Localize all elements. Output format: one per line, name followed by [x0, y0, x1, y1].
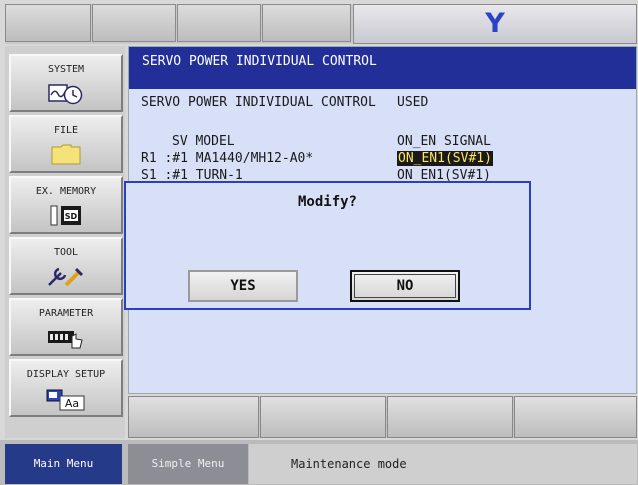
setting-value[interactable]: USED	[397, 95, 428, 110]
yes-button[interactable]: YES	[188, 270, 298, 302]
menu-system-button[interactable]: SYSTEM	[9, 54, 123, 112]
main-menu-button[interactable]: Main Menu	[5, 444, 122, 484]
status-cell-1	[5, 4, 91, 42]
function-key-2[interactable]	[260, 396, 386, 438]
menu-ex-memory-button[interactable]: EX. MEMORY SD	[9, 176, 123, 234]
modify-dialog: Modify? YES NO	[124, 181, 531, 310]
dialog-message: Modify?	[297, 194, 357, 210]
menu-parameter-button[interactable]: PARAMETER	[9, 298, 123, 356]
header-on-en-signal: ON_EN SIGNAL	[397, 134, 491, 149]
side-menu: SYSTEM FILE EX. MEMORY SD TOOL PARAMETER…	[5, 46, 125, 438]
table-row-signal[interactable]: ON_EN1(SV#1)	[397, 151, 493, 166]
selected-signal-cell[interactable]: ON_EN1(SV#1)	[397, 151, 493, 166]
axis-indicator: Y	[353, 4, 637, 44]
system-clock-icon	[48, 82, 84, 110]
tool-icon	[46, 265, 86, 293]
menu-tool-button[interactable]: TOOL	[9, 237, 123, 295]
top-status-bar: Y	[5, 4, 637, 44]
mode-status: Maintenance mode	[249, 444, 637, 484]
menu-file-label: FILE	[53, 125, 79, 136]
display-aa-icon: Aa	[46, 387, 86, 415]
bottom-bar: Main Menu Simple Menu Maintenance mode	[0, 440, 638, 485]
function-key-4[interactable]	[514, 396, 637, 438]
parameter-hand-icon	[46, 326, 86, 354]
menu-parameter-label: PARAMETER	[38, 308, 94, 319]
function-key-1[interactable]	[128, 396, 259, 438]
menu-ex-memory-label: EX. MEMORY	[35, 186, 97, 197]
menu-tool-label: TOOL	[53, 247, 79, 258]
header-sv-model: SV MODEL	[172, 134, 235, 149]
simple-menu-button[interactable]: Simple Menu	[128, 444, 248, 484]
status-cell-4	[262, 4, 351, 42]
svg-text:SD: SD	[65, 212, 78, 221]
svg-text:Aa: Aa	[65, 397, 79, 410]
sd-card-icon: SD	[50, 204, 82, 230]
no-button[interactable]: NO	[350, 270, 460, 302]
status-cell-3	[177, 4, 261, 42]
setting-label: SERVO POWER INDIVIDUAL CONTROL	[141, 95, 376, 110]
menu-display-setup-button[interactable]: DISPLAY SETUP Aa	[9, 359, 123, 417]
status-cell-2	[92, 4, 176, 42]
table-row-model: R1 :#1 MA1440/MH12-A0*	[141, 151, 314, 166]
menu-system-label: SYSTEM	[47, 64, 85, 75]
folder-icon	[51, 143, 81, 169]
page-title: SERVO POWER INDIVIDUAL CONTROL	[129, 47, 636, 89]
menu-display-setup-label: DISPLAY SETUP	[26, 369, 106, 380]
function-key-3[interactable]	[387, 396, 513, 438]
function-key-bar	[128, 396, 637, 438]
menu-file-button[interactable]: FILE	[9, 115, 123, 173]
